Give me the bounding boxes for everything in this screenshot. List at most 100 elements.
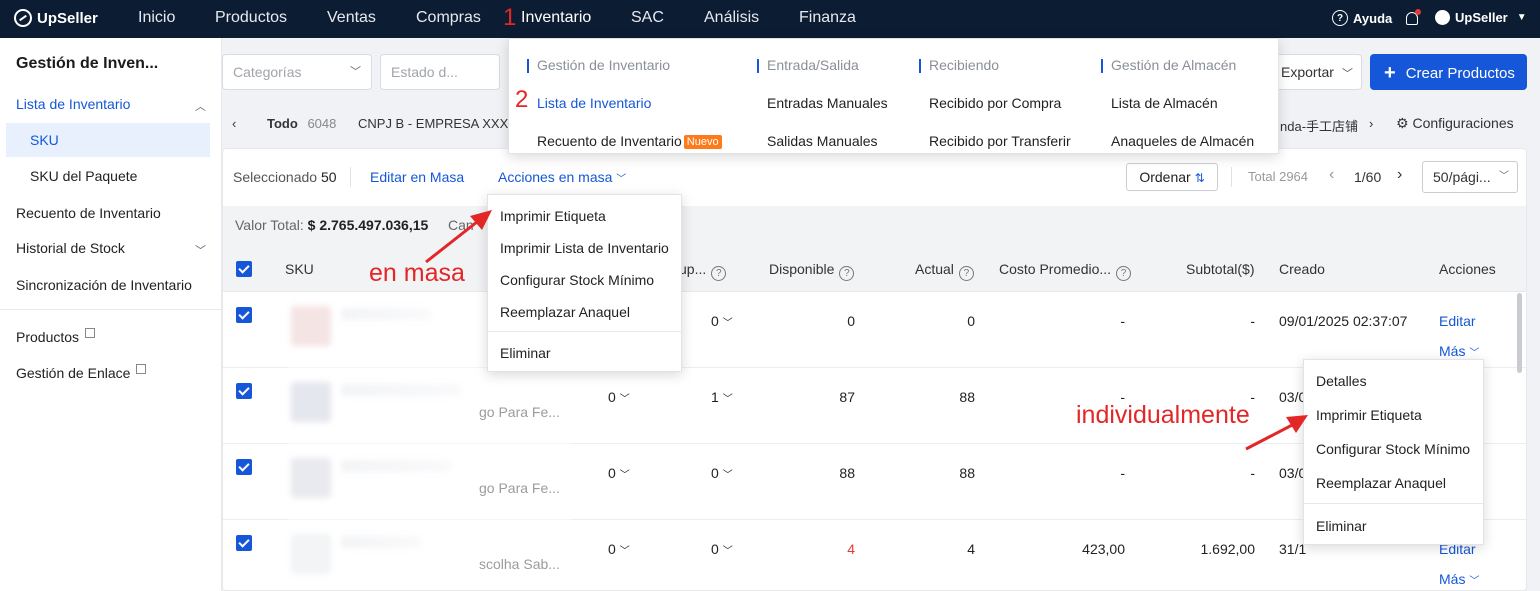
nav-finanza[interactable]: Finanza bbox=[799, 9, 856, 27]
editar-link[interactable]: Editar bbox=[1439, 313, 1476, 329]
user-menu[interactable]: UpSeller ▼ bbox=[1435, 10, 1527, 25]
cell-disponible: 88 bbox=[839, 465, 855, 481]
help-label: Ayuda bbox=[1353, 10, 1393, 26]
link-label: Configuraciones bbox=[1412, 115, 1514, 131]
nav-inventario[interactable]: Inventario bbox=[521, 9, 591, 27]
row-detalles[interactable]: Detalles bbox=[1316, 373, 1367, 389]
mas-link[interactable]: Más ﹀ bbox=[1439, 343, 1479, 359]
sidebar-item-sincronizacion[interactable]: Sincronización de Inventario bbox=[16, 277, 192, 293]
row-imprimir-etiqueta[interactable]: Imprimir Etiqueta bbox=[1316, 407, 1422, 423]
nav-ventas[interactable]: Ventas bbox=[327, 9, 376, 27]
annotation-step-2: 2 bbox=[515, 86, 529, 113]
cell-actual: 4 bbox=[967, 541, 975, 557]
nav-productos[interactable]: Productos bbox=[215, 9, 287, 27]
chevron-down-icon: ﹀ bbox=[1469, 348, 1480, 359]
bulk-imprimir-lista[interactable]: Imprimir Lista de Inventario bbox=[500, 240, 669, 256]
cell-disponible: 0 bbox=[847, 313, 855, 329]
sidebar-item-sku-paquete[interactable]: SKU del Paquete bbox=[6, 159, 210, 193]
nav-analisis[interactable]: Análisis bbox=[704, 9, 759, 27]
row-checkbox[interactable] bbox=[236, 535, 252, 551]
button-label: Exportar bbox=[1281, 64, 1334, 80]
nav-inicio[interactable]: Inicio bbox=[138, 9, 175, 27]
select-all-checkbox[interactable] bbox=[236, 261, 252, 277]
estado-select[interactable]: Estado d... bbox=[380, 54, 500, 90]
bell-icon[interactable] bbox=[1406, 9, 1421, 25]
menu-item-lista-inventario[interactable]: Lista de Inventario bbox=[537, 95, 651, 111]
sidebar-item-label: Historial de Stock bbox=[16, 240, 125, 256]
header-disponible: Disponible? bbox=[769, 261, 855, 281]
chevron-down-icon: ﹀ bbox=[722, 318, 733, 329]
sidebar-item-enlace[interactable]: Gestión de Enlace bbox=[16, 364, 147, 381]
menu-item-recibido-compra[interactable]: Recibido por Compra bbox=[929, 95, 1061, 111]
help-circle-icon: ? bbox=[1116, 266, 1132, 281]
menu-item-entradas-manuales[interactable]: Entradas Manuales bbox=[767, 95, 888, 111]
sidebar: Gestión de Inven... Lista de Inventario … bbox=[0, 38, 222, 591]
sidebar-item-historial[interactable]: Historial de Stock ﹀ bbox=[16, 240, 206, 257]
configuraciones-link[interactable]: ⚙ Configuraciones bbox=[1396, 115, 1514, 132]
bulk-imprimir-etiqueta[interactable]: Imprimir Etiqueta bbox=[500, 208, 606, 224]
cell-c1[interactable]: 0 ﹀ bbox=[608, 389, 630, 405]
chevron-right-icon[interactable]: › bbox=[1369, 116, 1373, 131]
cell-c2[interactable]: 0 ﹀ bbox=[711, 313, 733, 329]
mas-link[interactable]: Más ﹀ bbox=[1439, 571, 1479, 587]
next-page-icon[interactable]: › bbox=[1397, 166, 1402, 184]
sidebar-item-sku[interactable]: SKU bbox=[6, 123, 210, 157]
sidebar-item-lista-inventario[interactable]: Lista de Inventario ︿ bbox=[16, 96, 206, 113]
exportar-button[interactable]: Exportar ﹀ bbox=[1270, 54, 1362, 90]
menu-item-recuento-inventario[interactable]: Recuento de Inventario Nuevo bbox=[537, 133, 722, 149]
row-checkbox[interactable] bbox=[236, 307, 252, 323]
prev-page-icon[interactable]: ‹ bbox=[1329, 166, 1334, 184]
store-tab-cnpj[interactable]: CNPJ B - EMPRESA XXX bbox=[358, 116, 508, 131]
bulk-eliminar[interactable]: Eliminar bbox=[500, 345, 551, 361]
upseller-logo[interactable]: UpSeller bbox=[14, 9, 98, 27]
row-eliminar[interactable]: Eliminar bbox=[1316, 518, 1367, 534]
sidebar-item-recuento[interactable]: Recuento de Inventario bbox=[16, 205, 161, 221]
cell-disponible: 87 bbox=[839, 389, 855, 405]
row-checkbox[interactable] bbox=[236, 383, 252, 399]
menu-item-salidas-manuales[interactable]: Salidas Manuales bbox=[767, 133, 878, 149]
sidebar-item-productos[interactable]: Productos bbox=[16, 328, 96, 345]
cell-c2[interactable]: 1 ﹀ bbox=[711, 389, 733, 405]
acciones-masa-menu: Imprimir Etiqueta Imprimir Lista de Inve… bbox=[487, 194, 682, 372]
acciones-masa-button[interactable]: Acciones en masa ﹀ bbox=[498, 169, 626, 185]
chevron-down-icon: ﹀ bbox=[1341, 68, 1353, 80]
store-tab-todo[interactable]: Todo 6048 bbox=[267, 116, 336, 131]
row-configurar-stock[interactable]: Configurar Stock Mínimo bbox=[1316, 441, 1470, 457]
cell-c2[interactable]: 0 ﹀ bbox=[711, 541, 733, 557]
chevron-down-icon: ﹀ bbox=[722, 546, 733, 557]
store-tab-last[interactable]: nda-手工店铺 bbox=[1280, 116, 1358, 135]
toolbar-divider bbox=[350, 167, 351, 187]
nav-sac[interactable]: SAC bbox=[631, 9, 664, 27]
nav-compras[interactable]: Compras bbox=[416, 9, 481, 27]
gear-icon: ⚙ bbox=[1396, 115, 1409, 131]
menu-item-recibido-transferir[interactable]: Recibido por Transferir bbox=[929, 133, 1071, 149]
tab-label: Todo bbox=[267, 116, 298, 131]
user-avatar-icon bbox=[1435, 10, 1450, 25]
cell-creado: 09/01/2025 02:37:07 bbox=[1279, 313, 1408, 329]
logo-icon bbox=[14, 9, 32, 27]
chevron-down-icon: ﹀ bbox=[722, 394, 733, 405]
bulk-reemplazar-anaquel[interactable]: Reemplazar Anaquel bbox=[500, 304, 630, 320]
menu-item-anaqueles-almacen[interactable]: Anaqueles de Almacén bbox=[1111, 133, 1254, 149]
row-mas-menu: Detalles Imprimir Etiqueta Configurar St… bbox=[1303, 359, 1484, 545]
chevron-down-icon: ﹀ bbox=[619, 394, 630, 405]
cell-costo: - bbox=[1120, 465, 1125, 481]
help-link[interactable]: ? Ayuda bbox=[1332, 10, 1392, 26]
header-creado: Creado bbox=[1279, 261, 1325, 277]
cell-c1[interactable]: 0 ﹀ bbox=[608, 465, 630, 481]
row-checkbox[interactable] bbox=[236, 459, 252, 475]
menu-item-lista-almacen[interactable]: Lista de Almacén bbox=[1111, 95, 1218, 111]
ordenar-button[interactable]: Ordenar ⇅ bbox=[1126, 163, 1218, 191]
row-reemplazar-anaquel[interactable]: Reemplazar Anaquel bbox=[1316, 475, 1446, 491]
vertical-scrollbar[interactable] bbox=[1517, 293, 1522, 373]
button-label: Ordenar bbox=[1139, 169, 1191, 185]
categorias-select[interactable]: Categorías ﹀ bbox=[222, 54, 372, 90]
per-page-select[interactable]: 50/pági... ﹀ bbox=[1422, 161, 1518, 193]
editar-masa-button[interactable]: Editar en Masa bbox=[370, 169, 464, 185]
cell-c1[interactable]: 0 ﹀ bbox=[608, 541, 630, 557]
bulk-configurar-stock[interactable]: Configurar Stock Mínimo bbox=[500, 272, 654, 288]
chevron-left-icon[interactable]: ‹ bbox=[232, 116, 236, 131]
chevron-down-icon: ﹀ bbox=[1499, 171, 1509, 182]
cell-c2[interactable]: 0 ﹀ bbox=[711, 465, 733, 481]
crear-productos-button[interactable]: + Crear Productos bbox=[1370, 54, 1527, 90]
